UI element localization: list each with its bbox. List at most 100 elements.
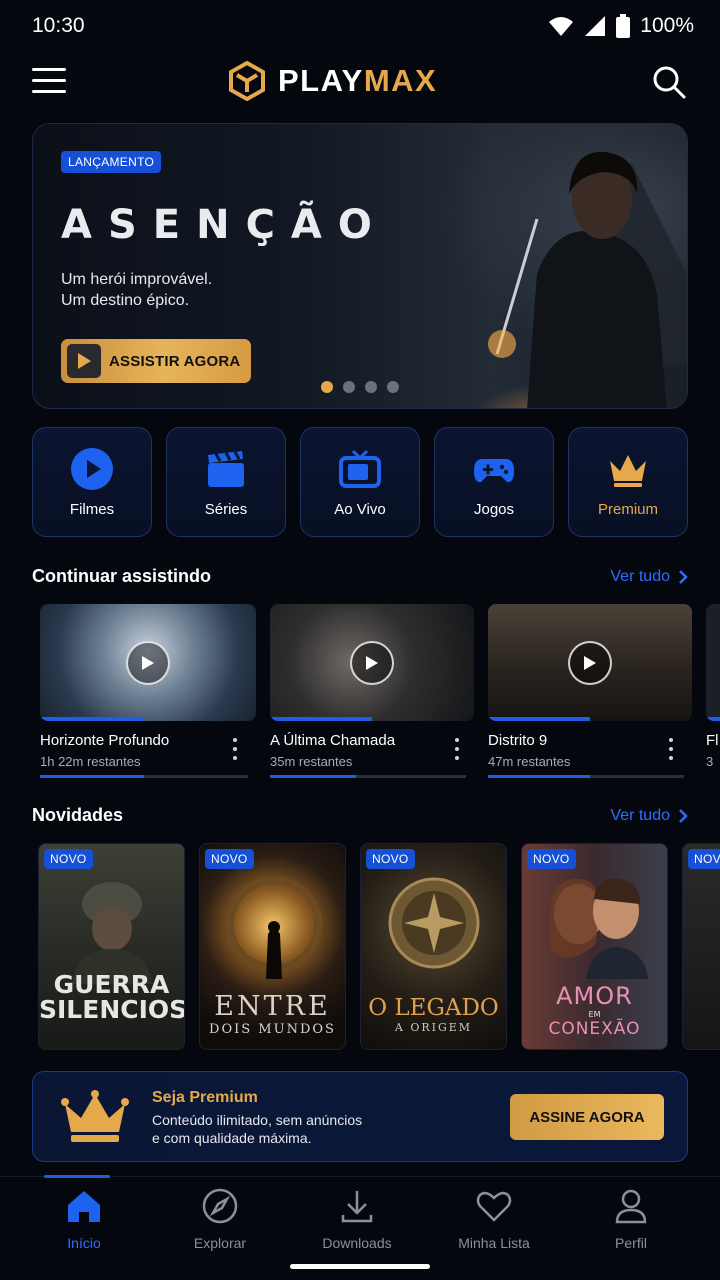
nav-item-downloads[interactable]: Downloads — [302, 1187, 412, 1251]
logo-text-play: PLAY — [278, 63, 364, 98]
category-series[interactable]: Séries — [166, 427, 286, 537]
subscribe-button[interactable]: ASSINE AGORA — [510, 1094, 664, 1140]
more-options-icon[interactable] — [228, 738, 242, 760]
continue-card[interactable]: Horizonte Profundo 1h 22m restantes — [40, 604, 256, 784]
crown-icon — [610, 454, 646, 487]
continue-remaining: 35m restantes — [270, 754, 353, 769]
continue-remaining: 3 — [706, 754, 714, 769]
category-label: Premium — [597, 500, 658, 518]
continue-card[interactable]: Fl 3 — [706, 604, 720, 784]
play-icon[interactable] — [350, 640, 394, 685]
nav-item-perfil[interactable]: Perfil — [576, 1187, 686, 1251]
carousel-dot[interactable] — [343, 381, 355, 393]
category-premium[interactable]: Premium — [568, 427, 688, 537]
poster-card[interactable]: NOVO O LEGADO A ORIGEM — [360, 843, 507, 1050]
signal-icon — [585, 16, 606, 36]
category-shortcuts: Filmes Séries Ao Vivo Jogos Premium — [32, 427, 688, 537]
category-ao-vivo[interactable]: Ao Vivo — [300, 427, 420, 537]
category-label: Jogos — [473, 500, 515, 518]
poster-title-line: ENTRE — [214, 991, 331, 1022]
poster-title-line: GUERRA — [53, 970, 170, 999]
clapperboard-icon — [208, 450, 244, 487]
home-icon — [68, 1191, 100, 1222]
continue-card[interactable]: A Última Chamada 35m restantes — [270, 604, 474, 784]
section-title-continue: Continuar assistindo — [32, 566, 212, 586]
hero-title: ASENÇÃO — [61, 202, 388, 248]
hamburger-icon-line — [32, 90, 66, 93]
poster-title-line: CONEXÃO — [548, 1019, 641, 1039]
category-label: Ao Vivo — [334, 500, 386, 518]
continue-title: Fl — [706, 732, 719, 749]
poster-title: GUERRA SILENCIOSA — [39, 972, 184, 1022]
home-indicator[interactable] — [290, 1264, 430, 1269]
novidades-row: NOVO GUERRA SILENCIOSA NOVO ENTRE DOIS M… — [38, 843, 720, 1051]
continue-remaining: 1h 22m restantes — [40, 754, 141, 769]
continue-thumbnail[interactable] — [706, 604, 720, 721]
carousel-dot[interactable] — [321, 381, 333, 393]
nav-item-minha-lista[interactable]: Minha Lista — [439, 1187, 549, 1251]
continue-watching-row: Horizonte Profundo 1h 22m restantes A Úl… — [40, 604, 720, 784]
premium-banner[interactable]: Seja Premium Conteúdo ilimitado, sem anú… — [32, 1071, 688, 1162]
poster-title-line: SILENCIOSA — [39, 995, 184, 1024]
nav-label: Downloads — [322, 1235, 392, 1251]
logo-text: PLAYMAX — [278, 63, 437, 99]
continue-thumbnail[interactable] — [488, 604, 692, 721]
hero-banner[interactable]: LANÇAMENTO ASENÇÃO Um herói improvável. … — [32, 123, 688, 409]
section-title-novidades: Novidades — [32, 805, 124, 825]
see-all-label: Ver tudo — [610, 807, 670, 824]
poster-title-line: A ORIGEM — [394, 1021, 473, 1034]
continue-title: Distrito 9 — [488, 732, 548, 749]
poster-title: O LEGADO A ORIGEM — [361, 995, 506, 1034]
status-icons: 100% — [548, 14, 694, 38]
continue-thumbnail[interactable] — [40, 604, 256, 721]
poster-card[interactable]: NOVO GUERRA SILENCIOSA — [38, 843, 185, 1050]
play-icon[interactable] — [568, 640, 612, 685]
poster-card[interactable]: NOVO ENTRE DOIS MUNDOS — [199, 843, 346, 1050]
poster-artwork — [550, 878, 648, 979]
new-badge: NOVO — [44, 849, 93, 869]
app-logo: PLAYMAX — [228, 61, 437, 101]
continue-progress — [488, 775, 684, 778]
more-options-icon[interactable] — [664, 738, 678, 760]
download-icon — [341, 1191, 373, 1223]
status-bar: 10:30 100% — [0, 0, 720, 56]
continue-title: A Última Chamada — [270, 732, 396, 749]
continue-card[interactable]: Distrito 9 47m restantes — [488, 604, 692, 784]
watch-now-label: ASSISTIR AGORA — [109, 352, 241, 370]
heart-icon — [476, 1191, 512, 1222]
nav-label: Início — [67, 1235, 101, 1251]
play-icon — [67, 344, 101, 378]
more-options-icon[interactable] — [450, 738, 464, 760]
status-time: 10:30 — [32, 14, 85, 37]
poster-title: AMOR EM CONEXÃO — [522, 982, 667, 1039]
category-label: Filmes — [69, 500, 115, 518]
carousel-dot[interactable] — [387, 381, 399, 393]
carousel-dot[interactable] — [365, 381, 377, 393]
category-jogos[interactable]: Jogos — [434, 427, 554, 537]
nav-item-explorar[interactable]: Explorar — [165, 1187, 275, 1251]
tv-icon — [339, 449, 381, 488]
hero-artwork — [488, 151, 687, 408]
continue-progress — [40, 775, 248, 778]
menu-button[interactable] — [32, 68, 66, 94]
crown-icon — [61, 1090, 129, 1142]
battery-percentage: 100% — [640, 14, 694, 37]
premium-desc-line2: e com qualidade máxima. — [152, 1130, 312, 1146]
see-all-novidades-link[interactable]: Ver tudo — [610, 807, 688, 825]
play-circle-icon — [71, 447, 113, 490]
new-badge: NOVO — [205, 849, 254, 869]
nav-item-inicio[interactable]: Início — [29, 1187, 139, 1251]
play-icon[interactable] — [126, 640, 170, 685]
watch-now-button[interactable]: ASSISTIR AGORA — [61, 339, 251, 383]
poster-card[interactable]: NOVO AMOR EM CONEXÃO — [521, 843, 668, 1050]
see-all-continue-link[interactable]: Ver tudo — [610, 568, 688, 586]
category-filmes[interactable]: Filmes — [32, 427, 152, 537]
continue-thumbnail[interactable] — [270, 604, 474, 721]
poster-card[interactable]: NOVO — [682, 843, 720, 1050]
search-icon[interactable] — [652, 65, 686, 99]
new-badge: NOVO — [366, 849, 415, 869]
continue-progress — [270, 775, 466, 778]
poster-title-line: DOIS MUNDOS — [209, 1022, 336, 1037]
hero-subtitle-line2: Um destino épico. — [61, 292, 190, 309]
wifi-icon — [549, 17, 574, 36]
